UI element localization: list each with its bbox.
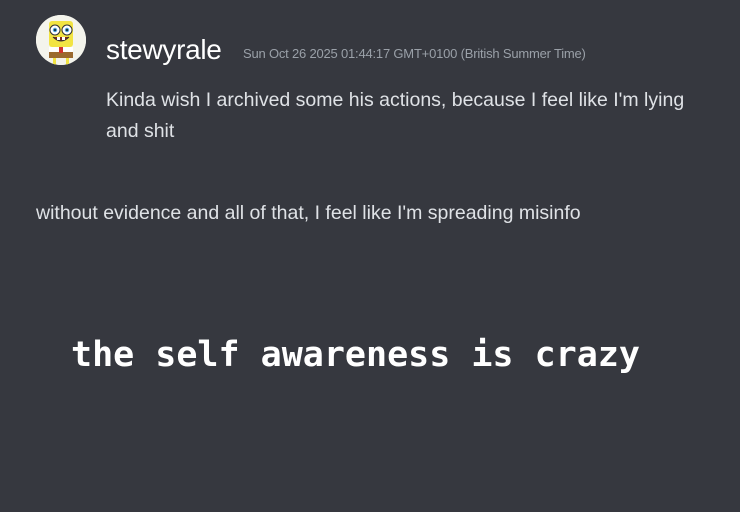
message-text: without evidence and all of that, I feel… (36, 202, 581, 224)
message-timestamp: Sun Oct 26 2025 01:44:17 GMT+0100 (Briti… (243, 46, 586, 61)
avatar[interactable] (36, 15, 86, 65)
meme-caption: the self awareness is crazy (71, 335, 640, 375)
spongebob-avatar-icon (36, 15, 86, 65)
message-text: Kinda wish I archived some his actions, … (106, 89, 685, 142)
username[interactable]: stewyrale (106, 33, 222, 67)
